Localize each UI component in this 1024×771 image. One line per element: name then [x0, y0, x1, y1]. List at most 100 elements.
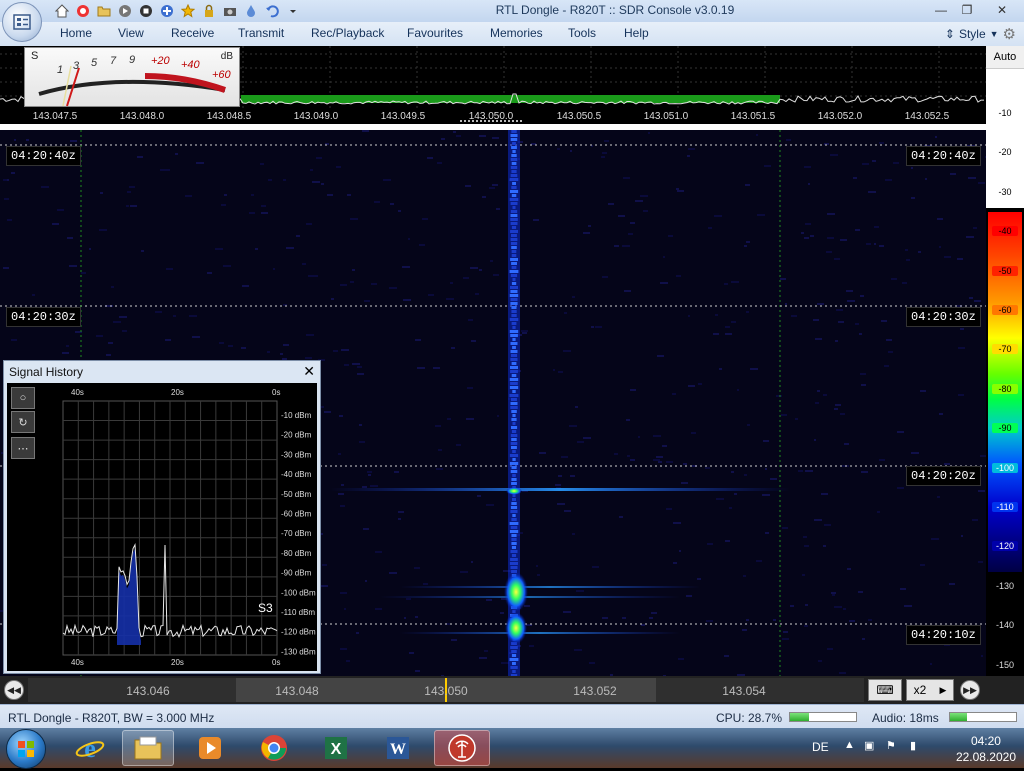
s-scale-1: 1: [57, 64, 64, 76]
chart-label: 0s: [272, 388, 280, 397]
svg-text:e: e: [84, 734, 96, 763]
chart-label: -40 dBm: [281, 470, 312, 479]
s-value: S3: [258, 601, 273, 615]
freq-tick: 143.049.0: [293, 111, 339, 122]
tab-receive[interactable]: Receive: [171, 26, 214, 40]
style-menu[interactable]: ⇕ Style ▼ ⚙: [945, 25, 1016, 43]
freq-tick: 143.051.0: [643, 111, 689, 122]
quick-access-toolbar: [52, 2, 302, 20]
camera-icon[interactable]: [220, 2, 239, 20]
tab-rec-playback[interactable]: Rec/Playback: [311, 26, 384, 40]
tab-transmit[interactable]: Transmit: [238, 26, 284, 40]
timestamp-right: 04:20:30z: [906, 307, 981, 327]
circle-icon[interactable]: ○: [11, 387, 35, 409]
restore-button[interactable]: ❐: [954, 0, 980, 19]
application-menu-button[interactable]: [2, 2, 42, 42]
zoom-button[interactable]: x2 ▶: [906, 679, 954, 701]
tab-favourites[interactable]: Favourites: [407, 26, 463, 40]
auto-button[interactable]: Auto: [986, 46, 1024, 69]
taskbar: e X W DE ▲ ▣ ⚑ ▮ 04:20 22.08.2020: [0, 728, 1024, 769]
internet-explorer-icon[interactable]: e: [64, 730, 116, 766]
updown-icon: ⇕: [944, 27, 955, 41]
tab-view[interactable]: View: [118, 26, 144, 40]
window-controls: — ❐ ✕: [928, 0, 1024, 20]
db-scale[interactable]: Auto -10 -20 -30 -40 -50 -60 -70 -80 -90 -100 -110…: [986, 46, 1024, 676]
tab-help[interactable]: Help: [624, 26, 649, 40]
tab-memories[interactable]: Memories: [490, 26, 543, 40]
more-icon[interactable]: ⋯: [11, 437, 35, 459]
db-tick: -20: [998, 147, 1012, 158]
media-player-icon[interactable]: [184, 730, 236, 766]
keyboard-button[interactable]: ⌨: [868, 679, 902, 701]
show-hidden-icons-icon[interactable]: ▲: [844, 739, 855, 751]
signal-history-header[interactable]: Signal History ✕: [4, 361, 320, 383]
gear-icon[interactable]: ⚙: [1003, 25, 1016, 43]
tab-tools[interactable]: Tools: [568, 26, 596, 40]
undo-icon[interactable]: [262, 2, 281, 20]
folder-icon[interactable]: [94, 2, 113, 20]
clock-time: 04:20: [970, 734, 1001, 748]
cpu-status: CPU: 28.7%: [716, 711, 783, 725]
excel-icon[interactable]: X: [310, 730, 362, 766]
flag-icon[interactable]: ⚑: [886, 739, 896, 752]
minimize-button[interactable]: —: [928, 0, 954, 19]
close-button[interactable]: ✕: [980, 0, 1024, 19]
drop-icon[interactable]: [241, 2, 260, 20]
svg-text:W: W: [390, 741, 406, 758]
refresh-icon[interactable]: ↻: [11, 411, 35, 433]
tuning-label: 143.052: [573, 684, 617, 698]
language-indicator[interactable]: DE: [812, 740, 829, 754]
start-button[interactable]: [6, 729, 46, 769]
freq-tick: 143.050.5: [556, 111, 602, 122]
signal-history-title: Signal History: [9, 365, 84, 379]
device-icon[interactable]: ▣: [864, 739, 874, 752]
chrome-icon[interactable]: [248, 730, 300, 766]
db-tick: -90: [992, 423, 1018, 434]
chart-label: -60 dBm: [281, 510, 312, 519]
network-icon[interactable]: ▮: [910, 739, 916, 752]
windows-logo-icon: [18, 741, 34, 757]
word-icon[interactable]: W: [372, 730, 424, 766]
window-title: RTL Dongle - R820T :: SDR Console v3.0.1…: [495, 3, 735, 17]
scroll-left-button[interactable]: ◀◀: [4, 680, 24, 700]
close-icon[interactable]: ✕: [303, 363, 315, 380]
audio-meter: [949, 712, 1017, 722]
signal-history-window[interactable]: Signal History ✕ 40s 20s 0s 40s 20s 0s -10 dBm…: [3, 360, 321, 674]
db-tick: -140: [995, 620, 1014, 631]
tuning-label: 143.048: [275, 684, 319, 698]
freq-tick: 143.049.5: [380, 111, 426, 122]
tuning-track[interactable]: 143.046 143.048 143.050 143.052 143.054: [28, 678, 864, 702]
play-icon[interactable]: [115, 2, 134, 20]
plus-icon[interactable]: [157, 2, 176, 20]
home-icon[interactable]: [52, 2, 71, 20]
spectrum-display[interactable]: S dB 1 3 5 7 9 +20 +40 +60: [0, 46, 986, 108]
s-scale-plus40: +40: [181, 59, 200, 71]
star-icon[interactable]: [178, 2, 197, 20]
freq-tick: 143.052.0: [817, 111, 863, 122]
db-label: dB: [220, 51, 233, 62]
drag-handle[interactable]: [460, 120, 522, 125]
clock[interactable]: 04:20 22.08.2020: [956, 733, 1016, 765]
device-status: RTL Dongle - R820T, BW = 3.000 MHz: [8, 711, 215, 725]
lock-icon[interactable]: [199, 2, 218, 20]
sdr-console-icon[interactable]: [434, 730, 490, 766]
style-label: Style: [958, 27, 986, 41]
chart-label: 40s: [71, 388, 84, 397]
db-tick: -130: [995, 580, 1014, 591]
stop-icon[interactable]: [136, 2, 155, 20]
audio-status: Audio: 18ms: [872, 711, 939, 725]
file-manager-icon[interactable]: [122, 730, 174, 766]
chart-label: 0s: [272, 658, 280, 667]
s-scale-plus60: +60: [212, 69, 231, 81]
db-tick: -60: [992, 305, 1018, 315]
corner-filler: [986, 676, 1024, 704]
scroll-right-button[interactable]: ▶▶: [960, 680, 980, 700]
freq-tick: 143.048.5: [206, 111, 252, 122]
chart-label: -80 dBm: [281, 549, 312, 558]
chart-label: 20s: [171, 388, 184, 397]
signal-history-chart: 40s 20s 0s 40s 20s 0s -10 dBm -20 dBm -30 dBm -40…: [62, 388, 316, 667]
dropdown-icon[interactable]: [283, 2, 302, 20]
timestamp-right: 04:20:40z: [906, 146, 981, 166]
tab-home[interactable]: Home: [60, 26, 92, 40]
lifebuoy-icon[interactable]: [73, 2, 92, 20]
